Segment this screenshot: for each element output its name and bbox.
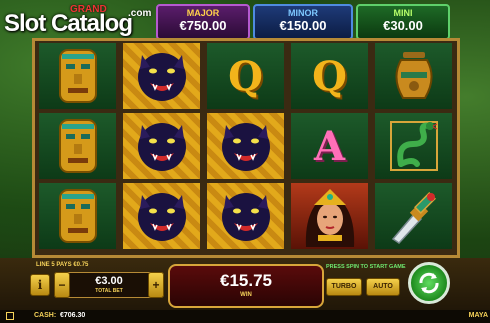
jackpot-minor: MINOR €150.00 xyxy=(253,4,353,40)
symbol-a-text: A xyxy=(313,122,346,170)
symbol-q: Q xyxy=(291,43,368,109)
jackpot-minor-value: €150.00 xyxy=(279,18,327,33)
reel-3: Q xyxy=(205,43,286,255)
panther-icon xyxy=(123,183,200,249)
reel-1 xyxy=(37,43,118,255)
reel-4: Q A xyxy=(289,43,370,255)
jackpot-major-value: €750.00 xyxy=(179,18,227,33)
top-bar: GRAND Slot Catalog .com MAJOR €750.00 MI… xyxy=(0,0,490,40)
info-button[interactable]: i xyxy=(30,274,50,296)
logo-main-text: Slot Catalog xyxy=(4,10,133,37)
reel-5 xyxy=(373,43,454,255)
jackpot-mini-label: MINI xyxy=(393,8,413,18)
queen-icon xyxy=(291,183,368,249)
jackpot-mini-value: €30.00 xyxy=(383,18,423,33)
total-bet-display: − €3.00 TOTAL BET + xyxy=(54,272,164,298)
jackpot-minor-label: MINOR xyxy=(288,8,318,18)
bet-decrease-button[interactable]: − xyxy=(54,272,70,298)
bet-increase-button[interactable]: + xyxy=(148,272,164,298)
bet-value: €3.00 xyxy=(95,275,123,287)
line-pays-text: LINE 5 PAYS €0.75 xyxy=(36,262,89,268)
mask-icon xyxy=(39,183,116,249)
mask-icon xyxy=(39,43,116,109)
reel-frame: Q Q A xyxy=(32,38,460,258)
win-display: €15.75 WIN xyxy=(168,264,324,308)
symbol-q-text: Q xyxy=(228,52,263,100)
cash-label: CASH: xyxy=(34,312,57,319)
menu-icon[interactable] xyxy=(6,312,14,320)
panther-icon xyxy=(123,43,200,109)
bet-label: TOTAL BET xyxy=(95,288,123,294)
refresh-icon xyxy=(419,272,439,294)
snake-icon xyxy=(375,113,452,179)
symbol-q: Q xyxy=(207,43,284,109)
spin-button[interactable] xyxy=(408,262,450,304)
turbo-button[interactable]: TURBO xyxy=(326,278,362,296)
panther-icon xyxy=(123,113,200,179)
panther-icon xyxy=(207,113,284,179)
press-spin-text: PRESS SPIN TO START GAME xyxy=(326,264,406,270)
symbol-a: A xyxy=(291,113,368,179)
reel-2 xyxy=(121,43,202,255)
watermark-logo: GRAND Slot Catalog .com xyxy=(4,4,154,37)
win-label: WIN xyxy=(240,292,252,298)
symbol-q-text: Q xyxy=(312,52,347,100)
mask-icon xyxy=(39,113,116,179)
win-value: €15.75 xyxy=(220,271,272,290)
urn-icon xyxy=(375,43,452,109)
status-bar: CASH: €706.30 MAYA xyxy=(0,310,490,323)
logo-com-text: .com xyxy=(128,8,152,19)
auto-button[interactable]: AUTO xyxy=(366,278,400,296)
dagger-icon xyxy=(375,183,452,249)
game-brand: MAYA xyxy=(468,312,488,319)
jackpot-major: MAJOR €750.00 xyxy=(156,4,250,40)
jackpot-major-label: MAJOR xyxy=(186,8,220,18)
cash-value: €706.30 xyxy=(60,312,86,319)
panther-icon xyxy=(207,183,284,249)
control-panel: LINE 5 PAYS €0.75 i − €3.00 TOTAL BET + … xyxy=(0,258,490,323)
jackpot-mini: MINI €30.00 xyxy=(356,4,450,40)
